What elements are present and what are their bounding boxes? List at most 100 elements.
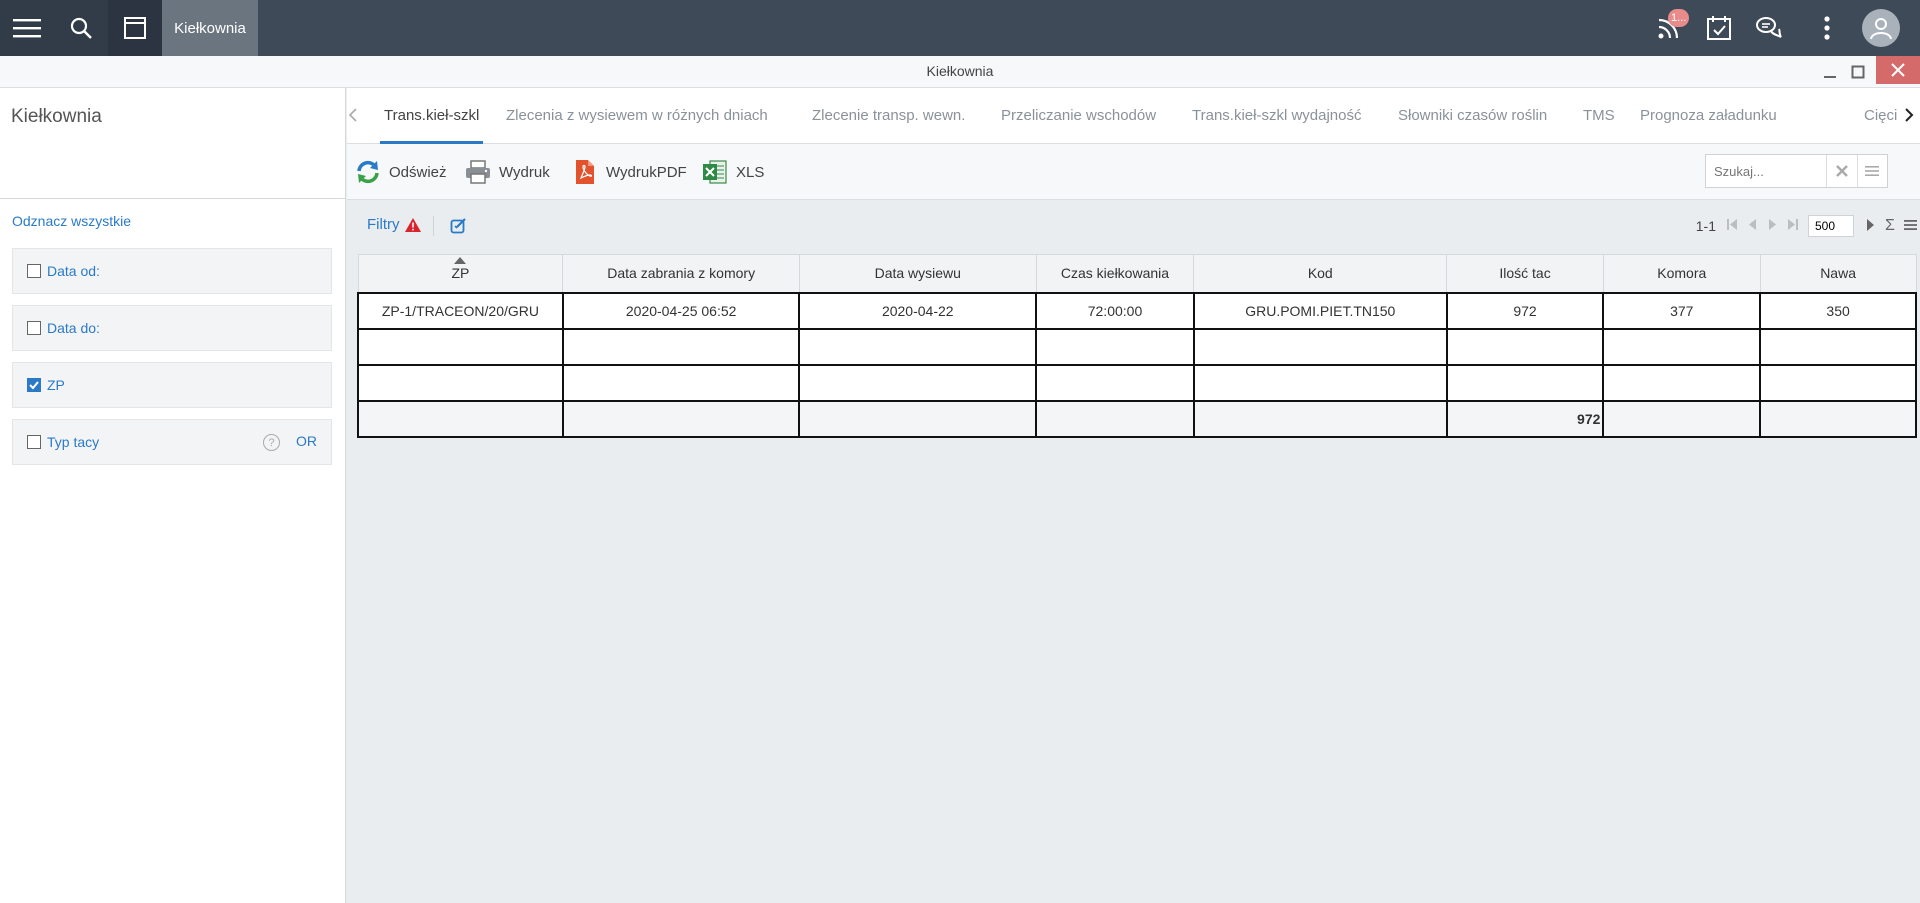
search-button[interactable] [54,0,108,56]
tab-zlecenia-wysiew[interactable]: Zlecenia z wysiewem w różnych dniach [506,88,768,144]
pager: 1-1 Σ [1696,214,1920,238]
play-icon [1866,218,1874,231]
checkbox[interactable] [27,435,41,449]
table-row[interactable]: ZP-1/TRACEON/20/GRU 2020-04-25 06:52 202… [357,291,1917,330]
cell[interactable] [1035,327,1195,366]
cell[interactable] [357,363,564,402]
print-pdf-button[interactable]: WydrukPDF [572,158,687,186]
filter-zp[interactable]: ZP [12,362,332,408]
column-header-kod[interactable]: Kod [1193,254,1448,293]
checkbox[interactable] [27,264,41,278]
filter-label[interactable]: Data do: [47,320,100,336]
export-xls-button[interactable]: XLS [702,158,764,186]
column-menu-button[interactable] [1900,219,1920,234]
table-row-empty[interactable] [357,363,1917,402]
cell-komora[interactable]: 377 [1602,291,1762,330]
tab-slowniki[interactable]: Słowniki czasów roślin [1398,88,1547,144]
filter-tray-type[interactable]: Typ tacy ? OR [12,419,332,465]
column-header-data-zabrania[interactable]: Data zabrania z komory [562,254,800,293]
tab-bar: Trans.kieł-szkl Zlecenia z wysiewem w ró… [347,88,1920,144]
table-row-empty[interactable] [357,327,1917,366]
toggle-all-link[interactable]: Odznacz wszystkie [12,213,131,229]
cell[interactable] [1759,327,1917,366]
cell[interactable] [1192,327,1448,366]
tab-zlecenie-transp[interactable]: Zlecenie transp. wewn. [812,88,965,144]
prev-page-button[interactable] [1742,219,1762,233]
prev-page-icon [1748,219,1756,230]
minimize-button[interactable] [1816,56,1844,88]
chat-button[interactable] [1744,0,1794,56]
cell[interactable] [1192,363,1448,402]
cell[interactable] [561,327,801,366]
help-icon[interactable]: ? [263,434,280,451]
column-header-label: Data zabrania z komory [607,265,756,282]
tab-wydajnosc[interactable]: Trans.kieł-szkl wydajność [1192,88,1362,144]
cell-zp[interactable]: ZP-1/TRACEON/20/GRU [357,291,564,330]
refresh-button[interactable]: Odśwież [355,158,447,186]
filter-label[interactable]: Data od: [47,263,100,279]
open-window-tab[interactable]: Kiełkownia [162,0,258,56]
page-size-input[interactable] [1808,215,1854,237]
cell-data-zabrania[interactable]: 2020-04-25 06:52 [561,291,801,330]
filter-label[interactable]: Typ tacy [47,434,99,450]
cell[interactable] [357,327,564,366]
calendar-button[interactable] [1694,0,1744,56]
tab-cieci[interactable]: Cięci [1864,88,1898,144]
cell[interactable] [798,363,1038,402]
check-icon [29,381,39,390]
cell-ilosc-tac[interactable]: 972 [1445,291,1605,330]
panel-title: Kiełkownia [11,106,102,127]
clear-search-button[interactable] [1826,155,1857,187]
close-button[interactable] [1876,56,1920,84]
cell[interactable] [1759,363,1917,402]
tab-przeliczanie[interactable]: Przeliczanie wschodów [1001,88,1156,144]
cell[interactable] [1445,363,1605,402]
tab-scroll-left[interactable] [348,88,358,144]
grid-header-bar: Filtry 1-1 Σ [347,200,1920,252]
cell[interactable] [1602,327,1762,366]
cell [1035,399,1195,438]
maximize-button[interactable] [1844,56,1872,88]
user-button[interactable] [1856,0,1906,56]
sum-button[interactable]: Σ [1880,217,1900,235]
cell-kod[interactable]: GRU.POMI.PIET.TN150 [1192,291,1448,330]
column-header-zp[interactable]: ZP [357,254,564,293]
menu-button[interactable] [0,0,54,56]
cell[interactable] [798,327,1038,366]
cell-data-wysiewu[interactable]: 2020-04-22 [798,291,1038,330]
filters-label[interactable]: Filtry [367,216,400,233]
checkbox[interactable] [27,321,41,335]
cell-czas[interactable]: 72:00:00 [1035,291,1195,330]
cell[interactable] [1445,327,1605,366]
cell-nawa[interactable]: 350 [1759,291,1917,330]
cell[interactable] [1035,363,1195,402]
edit-filters-button[interactable] [450,217,467,237]
search-input[interactable] [1706,155,1826,187]
filter-date-to[interactable]: Data do: [12,305,332,351]
column-header-komora[interactable]: Komora [1602,254,1761,293]
more-button[interactable] [1802,0,1852,56]
column-header-data-wysiewu[interactable]: Data wysiewu [798,254,1037,293]
print-button[interactable]: Wydruk [465,158,550,186]
search-options-button[interactable] [1856,155,1888,187]
filters-toggle[interactable]: Filtry [367,216,422,233]
column-header-nawa[interactable]: Nawa [1759,254,1917,293]
windows-button[interactable] [108,0,162,56]
tab-scroll-right[interactable] [1904,88,1914,144]
tab-trans-kiel-szkl[interactable]: Trans.kieł-szkl [380,88,484,144]
filter-date-from[interactable]: Data od: [12,248,332,294]
last-page-button[interactable] [1782,219,1802,233]
first-page-button[interactable] [1722,219,1742,233]
cell[interactable] [1602,363,1762,402]
filter-label[interactable]: ZP [47,377,65,393]
tab-tms[interactable]: TMS [1583,88,1615,144]
tab-prognoza[interactable]: Prognoza załadunku [1640,88,1777,144]
column-header-ilosc-tac[interactable]: Ilość tac [1446,254,1604,293]
column-header-czas[interactable]: Czas kiełkowania [1035,254,1195,293]
or-toggle[interactable]: OR [296,433,317,449]
cell[interactable] [561,363,801,402]
next-page-button[interactable] [1762,219,1782,233]
checkbox-checked[interactable] [27,378,41,392]
feed-button[interactable]: 1... [1644,0,1694,56]
apply-page-size-button[interactable] [1860,218,1880,234]
